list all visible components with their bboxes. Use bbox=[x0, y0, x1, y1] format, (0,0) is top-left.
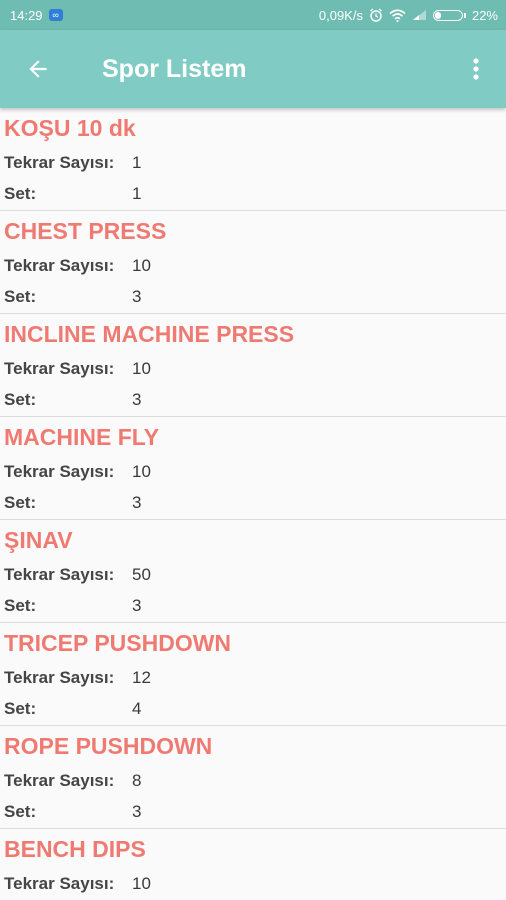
reps-value: 8 bbox=[132, 771, 142, 790]
reps-value: 50 bbox=[132, 565, 151, 584]
sets-value: 3 bbox=[132, 493, 142, 512]
alarm-icon bbox=[369, 8, 383, 22]
app-bar: Spor Listem bbox=[0, 30, 506, 108]
sets-value: 3 bbox=[132, 596, 142, 615]
reps-value: 12 bbox=[132, 668, 151, 687]
sets-label: Set: bbox=[4, 493, 37, 512]
sets-label: Set: bbox=[4, 287, 37, 306]
reps-value: 1 bbox=[132, 153, 142, 172]
sets-value: 1 bbox=[132, 184, 142, 203]
reps-value: 10 bbox=[132, 874, 151, 893]
sets-row: Set: 4 bbox=[4, 699, 141, 719]
reps-row: Tekrar Sayısı: 10 bbox=[4, 462, 151, 482]
exercise-item[interactable]: BENCH DIPSTekrar Sayısı:10Set: bbox=[0, 829, 506, 900]
exercise-item[interactable]: TRICEP PUSHDOWN Tekrar Sayısı: 12 Set: 4 bbox=[0, 623, 506, 726]
sets-value: 3 bbox=[132, 802, 142, 821]
reps-row: Tekrar Sayısı: 10 bbox=[4, 256, 151, 276]
arrow-left-icon bbox=[29, 60, 47, 78]
exercise-name: MACHINE FLY bbox=[4, 424, 160, 450]
reps-row: Tekrar Sayısı: 8 bbox=[4, 771, 141, 791]
notification-icon: ∞ bbox=[48, 9, 63, 21]
battery-icon bbox=[432, 9, 466, 21]
exercise-name: INCLINE MACHINE PRESS bbox=[4, 321, 295, 347]
reps-label: Tekrar Sayısı: bbox=[4, 462, 115, 481]
wifi-icon bbox=[389, 8, 406, 22]
battery-percent: 22% bbox=[471, 7, 498, 23]
exercise-name: KOŞU 10 dk bbox=[4, 115, 136, 141]
exercise-name: ROPE PUSHDOWN bbox=[4, 733, 213, 759]
sets-row: Set: 3 bbox=[4, 802, 141, 822]
sets-label: Set: bbox=[4, 699, 37, 718]
sets-row: Set: 3 bbox=[4, 493, 141, 513]
exercise-name: BENCH DIPS bbox=[4, 836, 146, 862]
sets-label: Set: bbox=[4, 184, 37, 203]
battery-tip bbox=[463, 12, 466, 18]
exercise-name: TRICEP PUSHDOWN bbox=[4, 630, 232, 656]
sets-label: Set: bbox=[4, 390, 37, 409]
reps-label: Tekrar Sayısı: bbox=[4, 771, 115, 790]
exercise-name: CHEST PRESS bbox=[4, 218, 167, 244]
exercise-item[interactable]: KOŞU 10 dk Tekrar Sayısı: 1 Set: 1 bbox=[0, 108, 506, 211]
sets-label: Set: bbox=[4, 596, 37, 615]
status-time: 14:29 bbox=[10, 7, 43, 23]
reps-row: Tekrar Sayısı: 12 bbox=[4, 668, 151, 688]
reps-row: Tekrar Sayısı: 1 bbox=[4, 153, 141, 173]
reps-label: Tekrar Sayısı: bbox=[4, 359, 115, 378]
exercise-item[interactable]: INCLINE MACHINE PRESS Tekrar Sayısı: 10 Set… bbox=[0, 314, 506, 417]
reps-row: Tekrar Sayısı: 50 bbox=[4, 565, 151, 585]
network-speed: 0,09K/s bbox=[318, 7, 363, 23]
sets-value: 3 bbox=[132, 390, 142, 409]
exercise-list[interactable]: KOŞU 10 dk Tekrar Sayısı: 1 Set: 1 CHEST PRES… bbox=[0, 108, 506, 900]
signal-icon bbox=[412, 9, 427, 21]
sets-row: Set: 3 bbox=[4, 287, 141, 307]
status-left: 14:29 ∞ bbox=[10, 8, 63, 23]
reps-row: Tekrar Sayısı: 10 bbox=[4, 359, 151, 379]
battery-fill bbox=[434, 11, 441, 19]
reps-label: Tekrar Sayısı: bbox=[4, 256, 115, 275]
reps-label: Tekrar Sayısı: bbox=[4, 565, 115, 584]
overflow-menu-button[interactable] bbox=[456, 30, 496, 108]
sets-label: Set: bbox=[4, 802, 37, 821]
exercise-item[interactable]: ROPE PUSHDOWN Tekrar Sayısı: 8 Set: 3 bbox=[0, 726, 506, 829]
sets-row: Set: 1 bbox=[4, 184, 141, 204]
reps-value: 10 bbox=[132, 462, 151, 481]
back-button[interactable] bbox=[8, 30, 68, 108]
exercise-item[interactable]: ŞINAV Tekrar Sayısı: 50 Set: 3 bbox=[0, 520, 506, 623]
exercise-name: ŞINAV bbox=[4, 527, 73, 553]
page-title: Spor Listem bbox=[102, 54, 247, 83]
sets-row: Set: 3 bbox=[4, 390, 141, 410]
reps-label: Tekrar Sayısı: bbox=[4, 874, 115, 893]
sets-value: 4 bbox=[132, 699, 142, 718]
sets-row: Set: 3 bbox=[4, 596, 141, 616]
sets-value: 3 bbox=[132, 287, 142, 306]
status-bar: 14:29 ∞ 0,09K/s 22% bbox=[0, 0, 506, 30]
reps-value: 10 bbox=[132, 359, 151, 378]
reps-label: Tekrar Sayısı: bbox=[4, 668, 115, 687]
exercise-item[interactable]: MACHINE FLY Tekrar Sayısı: 10 Set: 3 bbox=[0, 417, 506, 520]
status-right: 0,09K/s 22% bbox=[319, 8, 498, 23]
reps-value: 10 bbox=[132, 256, 151, 275]
reps-label: Tekrar Sayısı: bbox=[4, 153, 115, 172]
exercise-item[interactable]: CHEST PRESS Tekrar Sayısı: 10 Set: 3 bbox=[0, 211, 506, 314]
more-vert-icon bbox=[473, 58, 479, 80]
battery-body bbox=[432, 9, 463, 21]
reps-row: Tekrar Sayısı: 10 bbox=[4, 874, 151, 894]
